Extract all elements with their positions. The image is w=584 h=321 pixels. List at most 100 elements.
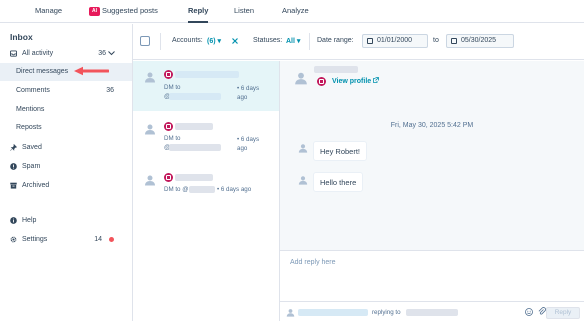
instagram-icon (317, 77, 326, 86)
message-bubble: Hello there (313, 172, 364, 192)
select-all-checkbox[interactable] (140, 36, 150, 46)
date-to-input[interactable]: 05/30/2025 (446, 34, 514, 48)
sidebar-item-label: Direct messages (16, 68, 69, 75)
avatar-icon (295, 72, 307, 85)
replying-to-label: replying to (372, 309, 401, 316)
gear-icon (10, 236, 17, 243)
timestamp: • 6 days ago (237, 85, 260, 101)
sidebar-item-direct-messages[interactable]: Direct messages (0, 63, 132, 81)
dm-to-label: DM to @ (164, 186, 189, 193)
divider (309, 33, 310, 50)
sidebar-item-reposts[interactable]: Reposts (0, 119, 132, 137)
redacted-name (175, 174, 213, 181)
avatar-icon (145, 175, 155, 186)
message-date: Fri, May 30, 2025 5:42 PM (390, 122, 474, 129)
avatar-icon (298, 176, 308, 185)
top-nav: Manage AI Suggested posts Reply Listen An… (0, 0, 584, 23)
ai-badge: AI (89, 7, 100, 16)
dm-to-label: DM to (164, 84, 181, 91)
reply-composer: Add reply here replying to Reply (280, 251, 584, 321)
redacted-handle (189, 186, 215, 193)
filter-bar: Accounts: (6) ▾ Statuses: All ▾ Date ran… (133, 24, 584, 60)
instagram-icon (164, 122, 173, 131)
sidebar-item-label: Reposts (16, 124, 42, 131)
instagram-icon (164, 173, 173, 182)
inbox-title: Inbox (10, 32, 33, 42)
clear-filter-icon[interactable] (232, 38, 238, 44)
sidebar-item-saved[interactable]: Saved (0, 139, 132, 157)
accounts-filter-dropdown[interactable]: (6) ▾ (207, 37, 221, 45)
calendar-icon (451, 38, 457, 44)
redacted-recipient (406, 309, 458, 316)
tab-suggested-posts-label: Suggested posts (102, 6, 158, 15)
info-icon (10, 217, 17, 224)
sidebar-item-comments[interactable]: Comments 36 (0, 82, 132, 100)
all-activity-count: 36 (98, 50, 106, 57)
statuses-filter-label: Statuses: (253, 37, 283, 44)
timestamp: • 6 days ago (217, 186, 252, 193)
date-from-input[interactable]: 01/01/2000 (362, 34, 428, 48)
sidebar-item-label: Settings (22, 236, 48, 243)
statuses-filter-dropdown[interactable]: All ▾ (286, 37, 300, 45)
sidebar-item-label: Saved (22, 144, 42, 151)
date-to-value: 05/30/2025 (461, 37, 497, 44)
attachment-icon[interactable] (538, 307, 546, 316)
chevron-down-icon[interactable] (108, 51, 115, 56)
view-profile-link[interactable]: View profile (332, 77, 380, 85)
date-to-label: to (433, 37, 439, 44)
date-range-label: Date range: (317, 37, 354, 44)
accounts-filter-value: (6) (207, 38, 216, 45)
tab-listen[interactable]: Listen (234, 0, 254, 23)
redacted-handle (169, 144, 221, 151)
sidebar-item-label: Mentions (16, 106, 45, 113)
notification-dot (109, 237, 114, 242)
reply-footer: replying to Reply (280, 301, 584, 321)
date-from-value: 01/01/2000 (377, 37, 413, 44)
sidebar-item-help[interactable]: Help (0, 212, 132, 230)
tab-reply[interactable]: Reply (188, 0, 209, 23)
dm-to-label: DM to (164, 135, 181, 142)
sidebar-item-label: Archived (22, 182, 50, 189)
tab-analyze[interactable]: Analyze (282, 0, 309, 23)
inbox-sidebar: Inbox All activity 36 Direct messages Co… (0, 24, 133, 321)
redacted-name (175, 123, 213, 130)
calendar-icon (367, 38, 373, 44)
comments-count: 36 (106, 87, 114, 94)
avatar-icon (145, 72, 155, 83)
settings-count: 14 (94, 236, 102, 243)
instagram-icon (164, 70, 173, 79)
timestamp: • 6 days ago (237, 136, 260, 152)
avatar-icon (298, 144, 308, 153)
sidebar-item-settings[interactable]: Settings 14 (0, 231, 132, 249)
sidebar-item-label: Help (22, 217, 37, 224)
conversation-item[interactable]: DM to @ • 6 days ago (133, 61, 279, 111)
sidebar-item-label: Comments (16, 87, 50, 94)
emoji-icon[interactable] (525, 308, 533, 316)
message-thread: View profile Fri, May 30, 2025 5:42 PM H… (280, 61, 584, 251)
sidebar-item-label: Spam (22, 163, 41, 170)
accounts-filter-label: Accounts: (172, 37, 203, 44)
sidebar-item-archived[interactable]: Archived (0, 177, 132, 195)
sidebar-item-spam[interactable]: Spam (0, 158, 132, 176)
reply-input[interactable]: Add reply here (290, 259, 336, 266)
alert-icon (10, 163, 17, 170)
reply-button[interactable]: Reply (546, 307, 580, 319)
statuses-filter-value: All (286, 38, 295, 45)
archive-icon (10, 182, 17, 189)
redacted-name (175, 71, 239, 78)
tab-suggested-posts[interactable]: AI Suggested posts (89, 0, 158, 23)
conversation-item[interactable]: DM to @ • 6 days ago (133, 111, 279, 161)
view-profile-label: View profile (332, 78, 372, 85)
inbox-icon (10, 50, 17, 57)
tab-manage[interactable]: Manage (35, 0, 62, 23)
sidebar-item-all-activity[interactable]: All activity 36 (0, 45, 132, 63)
redacted-account[interactable] (298, 309, 368, 316)
divider (160, 33, 161, 50)
pin-icon (10, 144, 17, 151)
pointer-arrow-icon (74, 66, 109, 76)
sidebar-item-mentions[interactable]: Mentions (0, 101, 132, 119)
conversation-item[interactable]: DM to @ • 6 days ago (133, 161, 279, 211)
message-bubble: Hey Robert! (313, 141, 368, 161)
external-link-icon (373, 77, 380, 83)
redacted-profile-name (314, 66, 358, 73)
